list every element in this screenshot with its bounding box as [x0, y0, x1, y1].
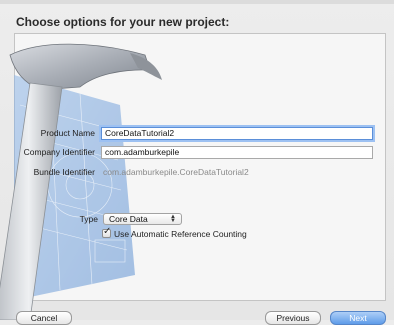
previous-button[interactable]: Previous	[265, 311, 321, 325]
checkmark-icon: ✓	[103, 226, 112, 237]
company-identifier-label: Company Identifier	[23, 147, 95, 157]
type-label: Type	[79, 214, 98, 224]
type-popup[interactable]: Core Data ▲ ▼	[103, 213, 182, 225]
product-name-label: Product Name	[40, 128, 95, 138]
cancel-button[interactable]: Cancel	[16, 311, 72, 325]
bundle-identifier-label: Bundle Identifier	[33, 167, 95, 177]
product-name-field[interactable]: CoreDataTutorial2	[101, 127, 373, 140]
company-identifier-field[interactable]: com.adamburkepile	[101, 146, 373, 159]
arc-checkbox-label[interactable]: Use Automatic Reference Counting	[114, 229, 247, 239]
next-button[interactable]: Next	[330, 311, 386, 325]
bundle-identifier-value: com.adamburkepile.CoreDataTutorial2	[103, 167, 249, 177]
window-top-edge	[0, 0, 394, 4]
type-popup-value: Core Data	[109, 214, 148, 224]
new-project-sheet: Choose options for your new project: Pro…	[0, 0, 394, 325]
arc-checkbox[interactable]: ✓	[102, 226, 112, 238]
page-title: Choose options for your new project:	[16, 15, 230, 29]
xcode-hammer-blueprint-icon	[0, 43, 162, 320]
chevron-up-down-icon: ▲ ▼	[170, 214, 176, 224]
